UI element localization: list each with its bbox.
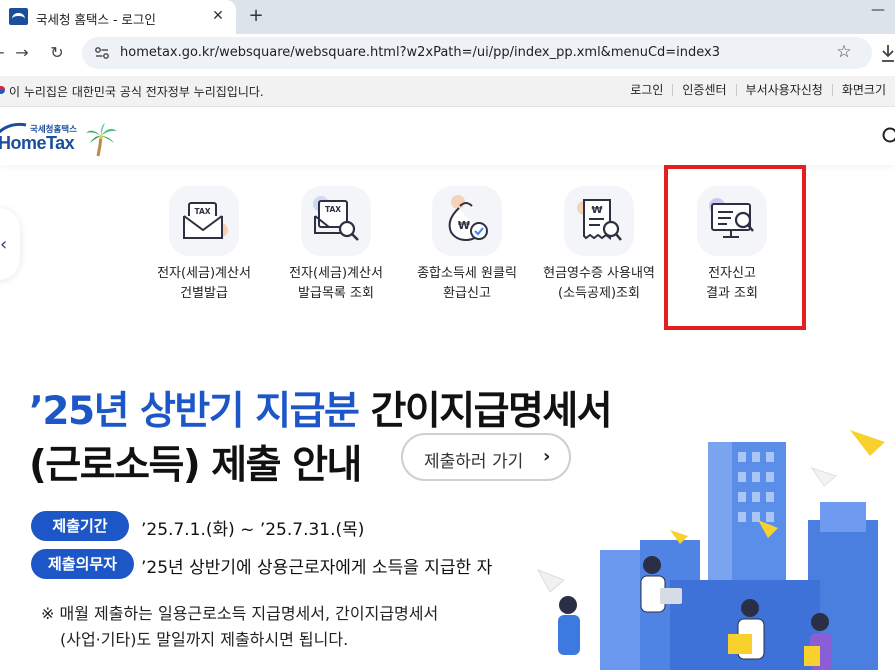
minimize-window-icon[interactable]: — [868, 2, 888, 22]
search-icon[interactable] [882, 127, 895, 147]
svg-text:TAX: TAX [325, 205, 341, 214]
reload-icon[interactable]: ↻ [45, 41, 69, 65]
quick-item-label-line1: 전자(세금)계산서 [271, 264, 401, 284]
quick-item-label-line2: 환급신고 [402, 284, 532, 304]
browser-tab[interactable]: 국세청 홈택스 - 로그인 ✕ [0, 0, 236, 34]
tab-title: 국세청 홈택스 - 로그인 [36, 9, 156, 28]
gov-notice-text: 이 누리집은 대한민국 공식 전자정부 누리집입니다. [9, 83, 264, 100]
palm-tree-icon [86, 123, 118, 157]
url-text[interactable]: hometax.go.kr/websquare/websquare.html?w… [120, 45, 720, 60]
note-line1: ※ 매월 제출하는 일용근로소득 지급명세서, 간이지급명세서 [41, 600, 438, 624]
address-bar[interactable]: hometax.go.kr/websquare/websquare.html?w… [82, 37, 872, 69]
gov-notice-bar: 이 누리집은 대한민국 공식 전자정부 누리집입니다. 로그인인증센터부서사용자… [0, 76, 895, 107]
browser-toolbar: ← → ↻ hometax.go.kr/websquare/websquare.… [0, 34, 895, 72]
promo-banner: ’25년 상반기 지급분 간이지급명세서 (근로소득) 제출 안내 제출하러 가… [0, 350, 895, 665]
obligor-badge: 제출의무자 [31, 549, 134, 579]
note-line2: (사업·기타)도 말일까지 제출하시면 됩니다. [60, 626, 348, 650]
download-icon[interactable] [880, 43, 895, 63]
tax-document-search-icon: TAX [301, 186, 371, 256]
back-arrow-icon[interactable]: ← [0, 41, 10, 65]
headline-highlight: ’25년 상반기 지급분 [29, 389, 358, 434]
go-submit-label: 제출하러 가기 [424, 447, 523, 472]
city-office-illustration-icon [520, 420, 895, 670]
svg-text:₩: ₩ [458, 219, 470, 232]
site-header: 국세청홈택스 HomeTax [0, 107, 895, 165]
hometax-logo[interactable]: HomeTax [0, 133, 74, 154]
period-text: ’25.7.1.(화) ~ ’25.7.31.(목) [141, 515, 364, 540]
money-bag-check-icon: ₩ [432, 186, 502, 256]
quick-item-label-line2: 발급목록 조회 [271, 284, 401, 304]
svg-text:TAX: TAX [194, 207, 210, 216]
new-tab-icon[interactable]: + [245, 4, 267, 28]
tab-close-icon[interactable]: ✕ [208, 6, 228, 26]
quick-item-label-line2: (소득공제)조회 [534, 284, 664, 304]
tax-envelope-icon: TAX [169, 186, 239, 256]
screen-size-link[interactable]: 화면크기 [832, 84, 895, 96]
svg-text:₩: ₩ [591, 205, 602, 216]
receipt-search-icon: ₩ [564, 186, 634, 256]
gov-emblem-icon [0, 84, 6, 96]
bookmark-star-icon[interactable]: ☆ [834, 42, 854, 62]
highlight-box [664, 165, 806, 330]
cert-center-link[interactable]: 인증센터 [672, 84, 735, 96]
banner-headline-line2: (근로소득) 제출 안내 [29, 434, 361, 490]
hometax-favicon-icon [9, 8, 28, 25]
utility-links: 로그인인증센터부서사용자신청화면크기 [621, 83, 895, 97]
forward-arrow-icon[interactable]: → [10, 41, 34, 65]
site-info-icon[interactable] [94, 45, 110, 61]
obligor-text: ’25년 상반기에 상용근로자에게 소득을 지급한 자 [141, 553, 492, 578]
login-link[interactable]: 로그인 [621, 84, 672, 96]
period-badge: 제출기간 [31, 511, 129, 541]
dept-user-apply-link[interactable]: 부서사용자신청 [736, 84, 832, 96]
quick-item-label-line2: 건별발급 [139, 284, 269, 304]
browser-tab-bar: 국세청 홈택스 - 로그인 ✕ + — [0, 0, 895, 34]
quick-item-label-line1: 종합소득세 원클릭 [402, 264, 532, 284]
quick-item-label-line1: 전자(세금)계산서 [139, 264, 269, 284]
quick-item-label-line1: 현금영수증 사용내역 [534, 264, 664, 284]
